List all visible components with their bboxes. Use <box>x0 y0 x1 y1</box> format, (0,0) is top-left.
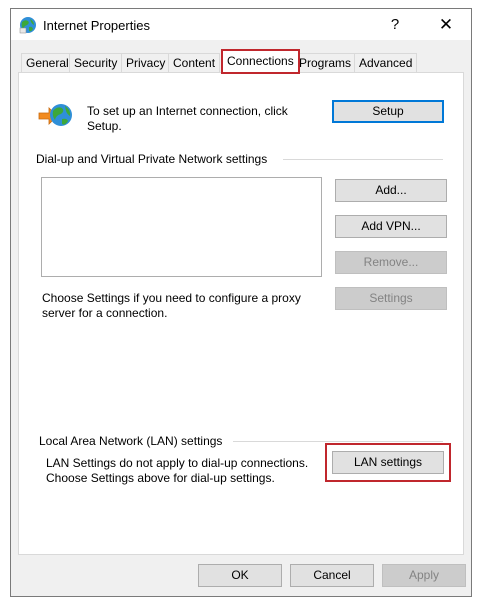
lan-heading: Local Area Network (LAN) settings <box>39 434 223 448</box>
add-button[interactable]: Add... <box>335 179 447 202</box>
proxy-hint-line2: server for a connection. <box>42 306 168 320</box>
connections-listbox[interactable] <box>41 177 322 277</box>
tab-general[interactable]: General <box>21 53 74 73</box>
tab-programs[interactable]: Programs <box>294 53 357 73</box>
window-title: Internet Properties <box>43 18 150 33</box>
tab-privacy[interactable]: Privacy <box>121 53 171 73</box>
tab-advanced[interactable]: Advanced <box>354 53 418 73</box>
connection-globe-icon <box>38 104 72 126</box>
title-bar: Internet Properties ? ✕ <box>11 9 471 40</box>
dialup-group-divider <box>283 159 443 160</box>
dialup-vpn-heading: Dial-up and Virtual Private Network sett… <box>36 152 268 166</box>
internet-properties-window: Internet Properties ? ✕ General Security… <box>10 8 472 597</box>
setup-button[interactable]: Setup <box>332 100 444 123</box>
ok-button[interactable]: OK <box>198 564 282 587</box>
proxy-hint-line1: Choose Settings if you need to configure… <box>42 291 301 305</box>
cancel-button[interactable]: Cancel <box>290 564 374 587</box>
lan-group-divider <box>233 441 443 442</box>
lan-settings-button[interactable]: LAN settings <box>332 451 444 474</box>
tab-content[interactable]: Content <box>168 53 221 73</box>
setup-description-line1: To set up an Internet connection, click <box>87 104 288 118</box>
lan-description-line1: LAN Settings do not apply to dial-up con… <box>46 456 309 470</box>
internet-globe-icon <box>19 17 36 34</box>
help-button[interactable]: ? <box>383 13 407 37</box>
add-vpn-button[interactable]: Add VPN... <box>335 215 447 238</box>
apply-button[interactable]: Apply <box>382 564 466 587</box>
tab-security[interactable]: Security <box>69 53 123 73</box>
settings-button[interactable]: Settings <box>335 287 447 310</box>
close-button[interactable]: ✕ <box>433 13 459 37</box>
lan-description-line2: Choose Settings above for dial-up settin… <box>46 471 275 485</box>
connections-panel: To set up an Internet connection, click … <box>18 72 464 555</box>
setup-description-line2: Setup. <box>87 119 122 133</box>
remove-button[interactable]: Remove... <box>335 251 447 274</box>
tab-connections[interactable]: Connections <box>221 49 300 74</box>
